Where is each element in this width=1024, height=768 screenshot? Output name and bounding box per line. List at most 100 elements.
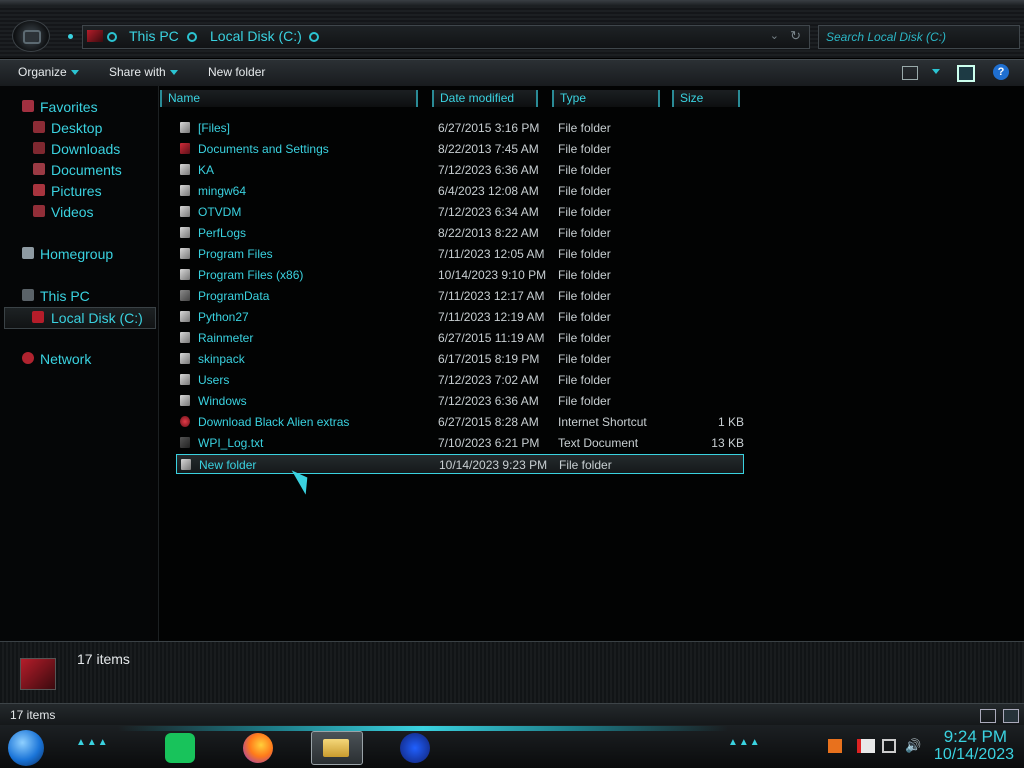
preview-pane-icon[interactable] xyxy=(957,65,975,82)
chevron-down-icon[interactable] xyxy=(932,69,940,74)
decor-chevrons-icon: ▲▲▲ xyxy=(76,737,109,748)
sidebar-item-homegroup[interactable]: Homegroup xyxy=(0,244,158,264)
column-header-size[interactable]: Size xyxy=(672,90,740,107)
start-button[interactable] xyxy=(8,730,44,766)
taskbar-glow xyxy=(118,726,728,731)
change-view-icon[interactable] xyxy=(902,66,918,80)
list-item[interactable]: Windows 7/12/2023 6:36 AM File folder xyxy=(176,391,744,411)
star-icon xyxy=(22,100,34,112)
details-pane: 17 items xyxy=(0,641,1024,704)
sidebar-item-documents[interactable]: Documents xyxy=(0,160,158,180)
sidebar-item-local-disk[interactable]: Local Disk (C:) xyxy=(4,307,156,329)
file-name: Users xyxy=(198,373,230,387)
file-size: 1 KB xyxy=(717,415,744,429)
list-item[interactable]: Users 7/12/2023 7:02 AM File folder xyxy=(176,370,744,390)
sidebar-item-label: Local Disk (C:) xyxy=(51,310,143,326)
column-header-type[interactable]: Type xyxy=(552,90,660,107)
sidebar-item-this-pc[interactable]: This PC xyxy=(0,286,158,306)
folder-icon xyxy=(180,164,190,175)
new-folder-button[interactable]: New folder xyxy=(208,65,265,79)
breadcrumb-separator-icon[interactable] xyxy=(107,32,117,42)
file-date: 8/22/2013 8:22 AM xyxy=(438,226,539,240)
folder-icon xyxy=(180,311,190,322)
sidebar-item-favorites[interactable]: Favorites xyxy=(0,97,158,117)
bird-app-icon[interactable] xyxy=(400,733,430,763)
details-view-icon[interactable] xyxy=(980,709,996,723)
organize-button[interactable]: Organize xyxy=(18,65,79,79)
large-icons-view-icon[interactable] xyxy=(1003,709,1019,723)
clock-date[interactable]: 10/14/2023 xyxy=(924,746,1014,764)
sidebar-item-network[interactable]: Network xyxy=(0,349,158,369)
help-icon[interactable]: ? xyxy=(993,64,1009,80)
status-bar: 17 items xyxy=(0,703,1024,726)
network-icon xyxy=(22,352,34,364)
share-with-button[interactable]: Share with xyxy=(109,65,178,79)
homegroup-icon xyxy=(22,247,34,259)
list-item[interactable]: WPI_Log.txt 7/10/2023 6:21 PM Text Documen… xyxy=(176,433,744,453)
volume-icon[interactable]: 🔊 xyxy=(905,739,921,753)
list-item[interactable]: Python27 7/11/2023 12:19 AM File folder xyxy=(176,307,744,327)
file-name: skinpack xyxy=(198,352,245,366)
list-item[interactable]: Program Files (x86) 10/14/2023 9:10 PM Fil… xyxy=(176,265,744,285)
drive-icon xyxy=(20,658,56,690)
pictures-icon xyxy=(33,184,45,196)
list-item[interactable]: Rainmeter 6/27/2015 11:19 AM File folder xyxy=(176,328,744,348)
breadcrumb-separator-icon[interactable] xyxy=(309,32,319,42)
file-date: 6/4/2023 12:08 AM xyxy=(438,184,539,198)
notes-app-icon[interactable] xyxy=(165,733,195,763)
tray-app-icon[interactable] xyxy=(828,739,842,753)
file-type: File folder xyxy=(558,142,611,156)
list-item[interactable]: Download Black Alien extras 6/27/2015 8:2… xyxy=(176,412,744,432)
folder-icon xyxy=(180,269,190,280)
list-item[interactable]: PerfLogs 8/22/2013 8:22 AM File folder xyxy=(176,223,744,243)
firefox-icon[interactable] xyxy=(243,733,273,763)
search-placeholder: Search Local Disk (C:) xyxy=(826,30,947,44)
chevron-down-icon[interactable]: ⌄ xyxy=(770,29,779,42)
folder-icon xyxy=(180,374,190,385)
refresh-icon[interactable]: ↻ xyxy=(790,28,801,44)
search-input[interactable]: Search Local Disk (C:) xyxy=(818,25,1020,49)
folder-icon xyxy=(180,332,190,343)
desktop-icon xyxy=(33,121,45,133)
file-date: 6/27/2015 3:16 PM xyxy=(438,121,540,135)
file-date: 7/10/2023 6:21 PM xyxy=(438,436,540,450)
breadcrumb-this-pc[interactable]: This PC xyxy=(129,28,179,44)
videos-icon xyxy=(33,205,45,217)
share-with-label: Share with xyxy=(109,65,166,79)
list-item[interactable]: ProgramData 7/11/2023 12:17 AM File folder xyxy=(176,286,744,306)
clock-time[interactable]: 9:24 PM xyxy=(935,727,1007,747)
address-bar[interactable]: This PC Local Disk (C:) ⌄ ↻ xyxy=(82,25,810,49)
list-item[interactable]: Documents and Settings 8/22/2013 7:45 AM F… xyxy=(176,139,744,159)
folder-icon xyxy=(180,353,190,364)
list-item[interactable]: skinpack 6/17/2015 8:19 PM File folder xyxy=(176,349,744,369)
list-item[interactable]: Program Files 7/11/2023 12:05 AM File fold… xyxy=(176,244,744,264)
breadcrumb-local-disk[interactable]: Local Disk (C:) xyxy=(210,28,302,44)
file-explorer-taskbar-button[interactable] xyxy=(311,731,363,765)
file-date: 6/27/2015 8:28 AM xyxy=(438,415,539,429)
column-header-name[interactable]: Name xyxy=(160,90,418,107)
sidebar-item-downloads[interactable]: Downloads xyxy=(0,139,158,159)
sidebar-item-desktop[interactable]: Desktop xyxy=(0,118,158,138)
column-header-date[interactable]: Date modified xyxy=(432,90,538,107)
action-center-flag-icon[interactable] xyxy=(857,739,875,753)
file-date: 6/27/2015 11:19 AM xyxy=(438,331,545,345)
list-item[interactable]: KA 7/12/2023 6:36 AM File folder xyxy=(176,160,744,180)
list-item[interactable]: [Files] 6/27/2015 3:16 PM File folder xyxy=(176,118,744,138)
sidebar-item-label: Homegroup xyxy=(40,246,114,262)
recent-pages-dot-icon[interactable] xyxy=(68,34,73,39)
back-forward-icon[interactable] xyxy=(12,20,50,52)
chevron-down-icon xyxy=(70,70,79,76)
sidebar-item-videos[interactable]: Videos xyxy=(0,202,158,222)
list-item[interactable]: mingw64 6/4/2023 12:08 AM File folder xyxy=(176,181,744,201)
folder-shortcut-icon xyxy=(180,143,190,154)
list-item-selected[interactable]: New folder 10/14/2023 9:23 PM File folder xyxy=(176,454,744,474)
internet-shortcut-icon xyxy=(180,416,190,427)
file-date: 7/11/2023 12:19 AM xyxy=(438,310,545,324)
status-item-count: 17 items xyxy=(10,708,56,722)
file-type: Internet Shortcut xyxy=(558,415,647,429)
list-item[interactable]: OTVDM 7/12/2023 6:34 AM File folder xyxy=(176,202,744,222)
file-name: Program Files (x86) xyxy=(198,268,304,282)
network-tray-icon[interactable] xyxy=(882,739,896,753)
sidebar-item-pictures[interactable]: Pictures xyxy=(0,181,158,201)
breadcrumb-separator-icon[interactable] xyxy=(187,32,197,42)
